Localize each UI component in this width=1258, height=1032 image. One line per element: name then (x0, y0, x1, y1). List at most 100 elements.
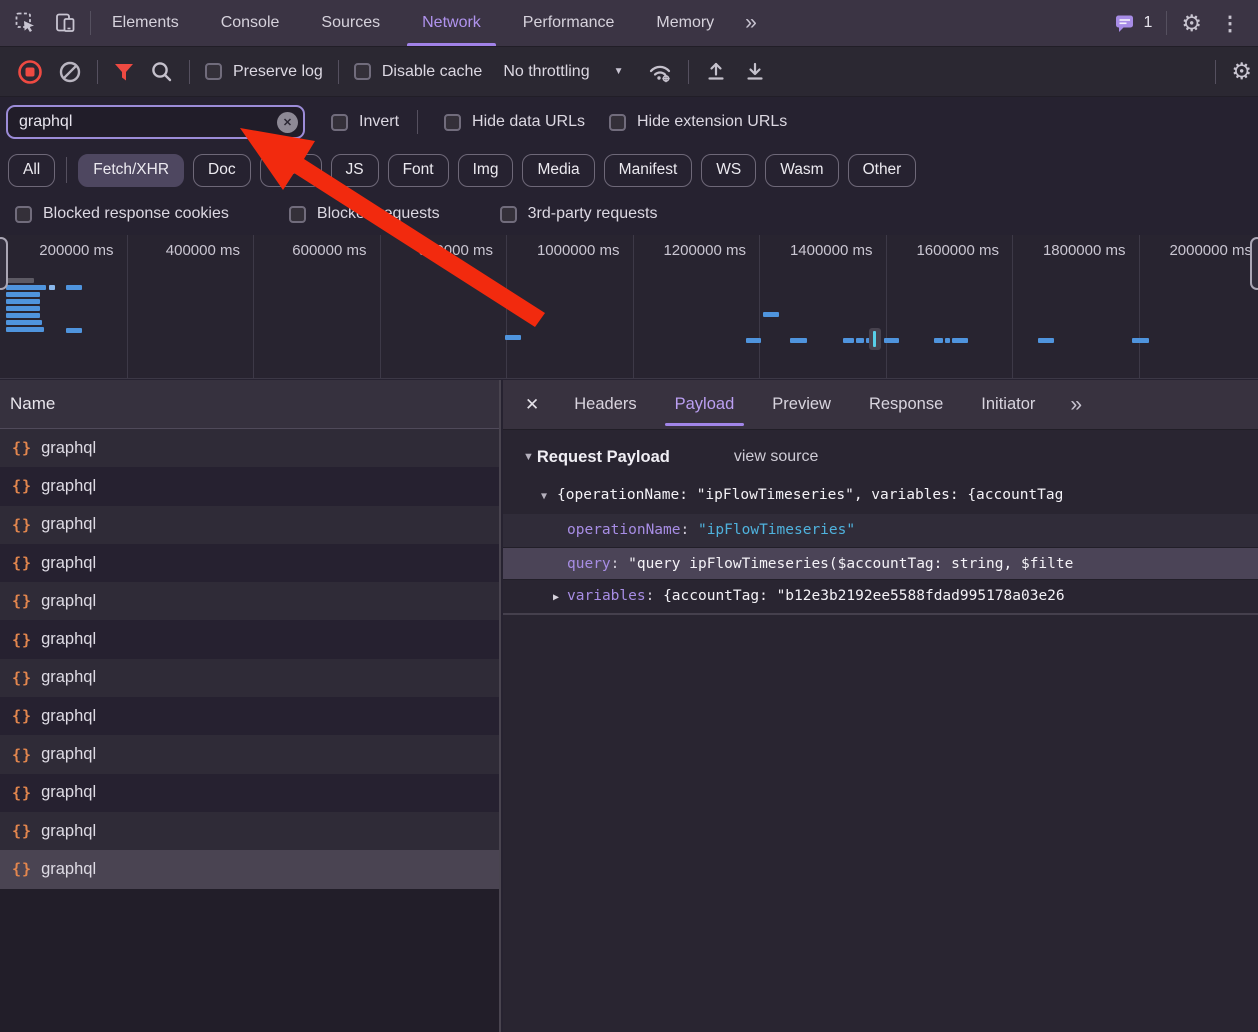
invert-checkbox[interactable]: Invert (331, 113, 399, 131)
filter-input[interactable] (6, 105, 305, 139)
request-row[interactable]: {}graphql (0, 735, 499, 773)
request-type-chips: All Fetch/XHR Doc CSS JS Font ImgMedia Manifest… (0, 147, 1258, 193)
tab-elements[interactable]: Elements (91, 0, 200, 46)
checkbox[interactable] (15, 206, 32, 223)
payload-root-row[interactable]: ▼{operationName: "ipFlowTimeseries", var… (503, 476, 1258, 514)
preserve-log-label: Preserve log (233, 63, 323, 81)
chip-font[interactable]: Font (388, 154, 449, 187)
chip-js[interactable]: JS (331, 154, 379, 187)
tab-network[interactable]: Network (401, 0, 502, 46)
checkbox[interactable] (354, 63, 371, 80)
blocked-response-cookies-label: Blocked response cookies (43, 205, 229, 223)
export-har-icon[interactable] (743, 60, 767, 84)
request-row[interactable]: {}graphql (0, 429, 499, 467)
filter-funnel-icon[interactable] (113, 61, 135, 83)
clear-filter-icon[interactable]: ✕ (277, 112, 298, 133)
overview-request-bar (49, 285, 55, 290)
chip-doc[interactable]: Doc (193, 154, 251, 187)
timeline-tick-label: 1600000 ms (887, 235, 1013, 259)
overview-request-bar (66, 328, 82, 333)
request-name: graphql (41, 745, 96, 764)
checkbox[interactable] (500, 206, 517, 223)
detail-tab-initiator[interactable]: Initiator (975, 380, 1041, 429)
tab-sources[interactable]: Sources (300, 0, 401, 46)
request-row[interactable]: {}graphql (0, 544, 499, 582)
import-har-icon[interactable] (704, 60, 728, 84)
more-options-icon[interactable]: ⋮ (1216, 11, 1244, 36)
request-row[interactable]: {}graphql (0, 659, 499, 697)
chip-media[interactable]: Media (522, 154, 594, 187)
blocked-response-cookies-checkbox[interactable]: Blocked response cookies (15, 205, 229, 223)
chip-wasm[interactable]: Wasm (765, 154, 838, 187)
network-settings-gear-icon[interactable]: ⚙ (1231, 60, 1252, 83)
checkbox[interactable] (444, 114, 461, 131)
tab-performance[interactable]: Performance (502, 0, 636, 46)
divider (688, 60, 689, 84)
overview-brush-handle-left[interactable] (0, 237, 8, 290)
payload-query-row-selected[interactable]: query: "query ipFlowTimeseries($accountT… (503, 547, 1258, 580)
search-icon[interactable] (150, 60, 174, 84)
chip-manifest[interactable]: Manifest (604, 154, 693, 187)
chip-img[interactable]: Img (458, 154, 514, 187)
network-overview-timeline[interactable]: 200000 ms400000 ms600000 ms800000 ms1000… (0, 235, 1258, 379)
chip-css[interactable]: CSS (260, 154, 322, 187)
request-row-selected[interactable]: {}graphql (0, 850, 499, 888)
blocked-requests-checkbox[interactable]: Blocked requests (289, 205, 440, 223)
issues-indicator[interactable]: 1 (1114, 12, 1152, 34)
colon: : (611, 556, 628, 572)
request-payload-title: Request Payload (537, 448, 670, 467)
collapse-triangle-icon[interactable]: ▼ (523, 451, 534, 463)
detail-tab-headers[interactable]: Headers (568, 380, 642, 429)
request-row[interactable]: {}graphql (0, 506, 499, 544)
preserve-log-checkbox[interactable]: Preserve log (205, 63, 323, 81)
detail-tab-response[interactable]: Response (863, 380, 949, 429)
third-party-requests-checkbox[interactable]: 3rd-party requests (500, 205, 658, 223)
clear-network-log-icon[interactable] (58, 60, 82, 84)
payload-operation-name-row[interactable]: operationName: "ipFlowTimeseries" (503, 514, 1258, 547)
view-source-link[interactable]: view source (734, 448, 818, 466)
request-name: graphql (41, 477, 96, 496)
detail-tab-payload[interactable]: Payload (669, 380, 741, 429)
settings-gear-icon[interactable]: ⚙ (1181, 12, 1202, 35)
request-row[interactable]: {}graphql (0, 467, 499, 505)
name-column-header[interactable]: Name (0, 380, 499, 429)
checkbox[interactable] (205, 63, 222, 80)
overview-brush-handle-right[interactable] (1250, 237, 1258, 290)
hide-extension-urls-checkbox[interactable]: Hide extension URLs (609, 113, 787, 131)
more-tabs-icon[interactable]: » (735, 11, 765, 35)
collapse-triangle-icon[interactable]: ▼ (541, 491, 547, 502)
chip-all[interactable]: All (8, 154, 55, 187)
hide-data-urls-checkbox[interactable]: Hide data URLs (444, 113, 585, 131)
inspect-element-icon[interactable] (14, 11, 38, 35)
payload-variables-row[interactable]: ▶variables: {accountTag: "b12e3b2192ee55… (503, 580, 1258, 613)
request-row[interactable]: {}graphql (0, 812, 499, 850)
overview-request-bar (1132, 338, 1149, 343)
chevron-down-icon: ▼ (614, 66, 624, 77)
request-row[interactable]: {}graphql (0, 582, 499, 620)
record-network-log-icon[interactable] (17, 59, 43, 85)
expand-triangle-icon[interactable]: ▶ (553, 592, 559, 603)
throttling-dropdown[interactable]: No throttling ▼ (503, 63, 623, 81)
tab-console[interactable]: Console (200, 0, 301, 46)
checkbox[interactable] (609, 114, 626, 131)
request-payload-section[interactable]: ▼ Request Payload view source (503, 438, 1258, 476)
checkbox[interactable] (289, 206, 306, 223)
chip-fetch-xhr[interactable]: Fetch/XHR (78, 154, 184, 187)
more-detail-tabs-icon[interactable]: » (1060, 393, 1090, 417)
chip-other[interactable]: Other (848, 154, 917, 187)
timeline-column: 800000 ms (380, 235, 507, 378)
request-row[interactable]: {}graphql (0, 774, 499, 812)
detail-tab-preview[interactable]: Preview (766, 380, 837, 429)
checkbox[interactable] (331, 114, 348, 131)
network-conditions-icon[interactable] (647, 59, 673, 85)
request-row[interactable]: {}graphql (0, 697, 499, 735)
timeline-column: 1000000 ms (506, 235, 633, 378)
json-braces-icon: {} (12, 860, 32, 878)
device-toolbar-icon[interactable] (54, 11, 78, 35)
close-icon[interactable]: ✕ (503, 395, 555, 415)
disable-cache-checkbox[interactable]: Disable cache (354, 63, 483, 81)
tab-memory[interactable]: Memory (635, 0, 735, 46)
chip-ws[interactable]: WS (701, 154, 756, 187)
json-braces-icon: {} (12, 592, 32, 610)
request-row[interactable]: {}graphql (0, 620, 499, 658)
